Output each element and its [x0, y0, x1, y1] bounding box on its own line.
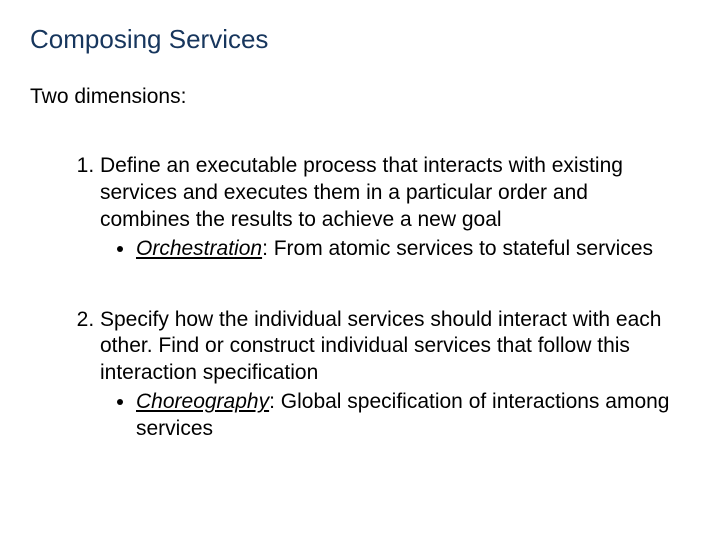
term-rest: : From atomic services to stateful servi…	[262, 237, 653, 260]
sub-list-item: Choreography: Global specification of in…	[136, 389, 670, 443]
numbered-list: Define an executable process that intera…	[30, 153, 690, 443]
slide: Composing Services Two dimensions: Defin…	[0, 0, 720, 540]
sub-list-item: Orchestration: From atomic services to s…	[136, 236, 670, 263]
sub-list: Choreography: Global specification of in…	[100, 389, 670, 443]
item-text: Specify how the individual services shou…	[100, 308, 661, 385]
item-text: Define an executable process that intera…	[100, 154, 623, 231]
list-item: Define an executable process that intera…	[100, 153, 690, 263]
intro-text: Two dimensions:	[30, 85, 690, 109]
sub-list: Orchestration: From atomic services to s…	[100, 236, 670, 263]
list-item: Specify how the individual services shou…	[100, 307, 690, 443]
term: Choreography	[136, 390, 269, 413]
slide-title: Composing Services	[30, 24, 690, 55]
term: Orchestration	[136, 237, 262, 260]
